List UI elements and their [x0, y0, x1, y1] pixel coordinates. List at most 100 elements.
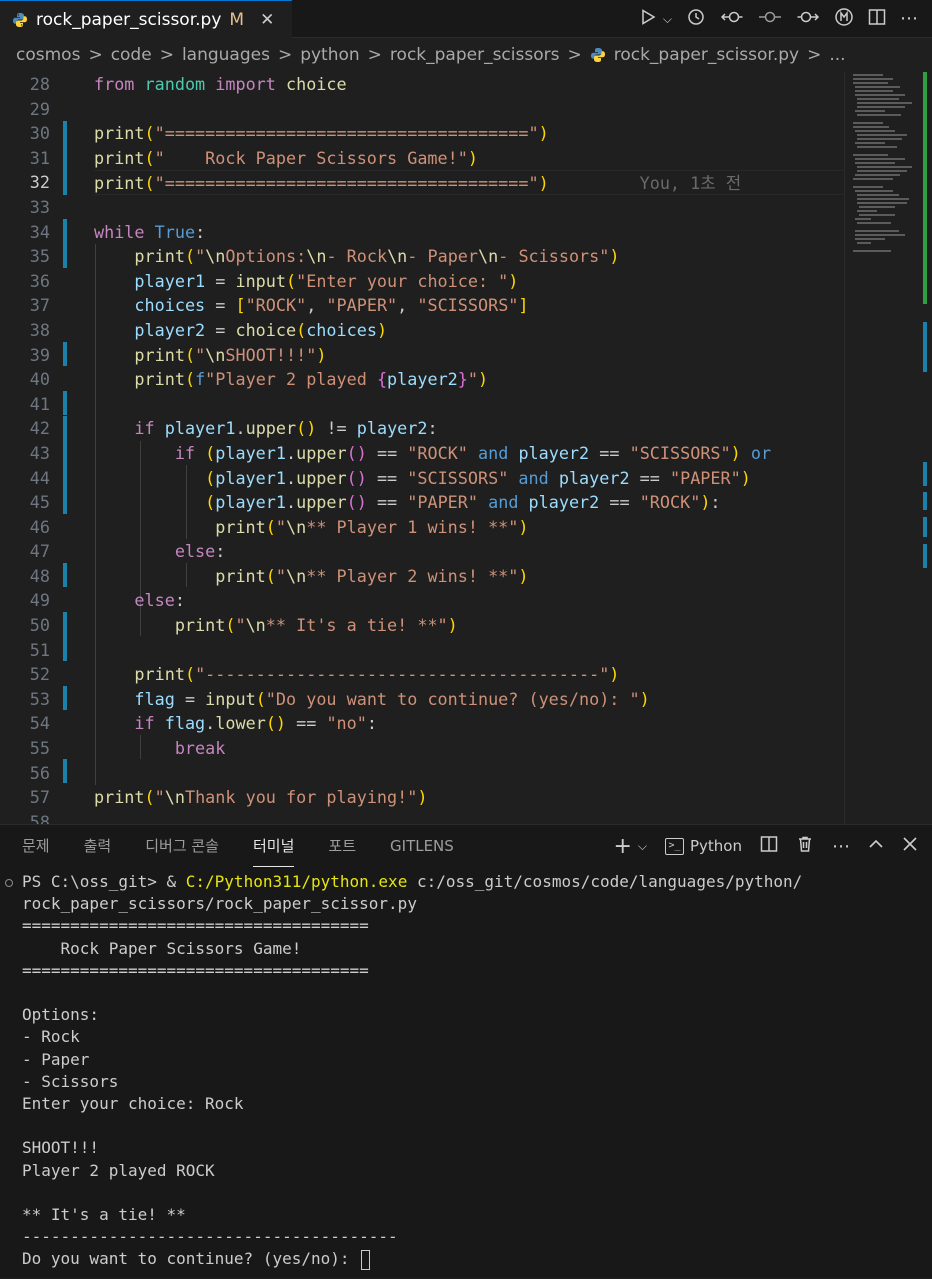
panel-actions: + ⌵ >_ Python ⋯	[613, 825, 918, 867]
trash-icon[interactable]	[796, 835, 814, 858]
minimap-line	[853, 250, 891, 252]
new-terminal-icon[interactable]: +	[613, 834, 631, 859]
minimap-git-modified	[923, 462, 927, 486]
tab-ports[interactable]: 포트	[328, 825, 356, 867]
line-number: 52	[29, 664, 50, 685]
terminal-line: Rock Paper Scissors Game!	[22, 938, 302, 958]
terminal-selector[interactable]: >_ Python	[665, 837, 742, 855]
terminal-cursor	[361, 1249, 371, 1270]
git-change-bar[interactable]	[63, 563, 67, 587]
minimap-git-modified	[923, 322, 927, 372]
bottom-panel: 문제 출력 디버그 콘솔 터미널 포트 GITLENS + ⌵ >_ Pytho…	[0, 824, 932, 1278]
line-number: 56	[29, 762, 50, 783]
chevron-right-icon: >	[367, 45, 382, 65]
line-number: 38	[29, 319, 50, 340]
terminal-input-line[interactable]: Do you want to continue? (yes/no):	[22, 1248, 371, 1270]
git-change-bar[interactable]	[63, 391, 67, 415]
line-number: 30	[29, 123, 50, 144]
minimap-line	[857, 198, 909, 200]
git-change-bar[interactable]	[63, 759, 67, 783]
editor-tab-rock-paper-scissor[interactable]: rock_paper_scissor.py M ✕	[0, 0, 292, 38]
close-icon[interactable]: ✕	[260, 10, 274, 30]
code-editor[interactable]: 28 29 30 31 32 33 34 35 36 37 38 39 40 4…	[0, 72, 932, 824]
more-actions-icon[interactable]: ⋯	[832, 836, 850, 857]
line-number: 44	[29, 467, 50, 488]
chevron-right-icon: >	[277, 45, 293, 65]
line-number: 41	[29, 393, 50, 414]
minimap-line	[855, 86, 900, 88]
line-number: 45	[29, 492, 50, 513]
chevron-right-icon: >	[88, 45, 103, 65]
minimap-git-added	[923, 72, 927, 304]
maximize-panel-icon[interactable]	[868, 836, 884, 857]
command-decoration-icon[interactable]	[5, 879, 13, 887]
close-icon[interactable]	[902, 836, 918, 857]
chevron-down-icon[interactable]: ⌵	[663, 13, 672, 25]
tab-terminal[interactable]: 터미널	[253, 825, 295, 867]
git-change-bar[interactable]	[63, 342, 67, 366]
editor-actions: ⌵ ⋯	[639, 0, 918, 38]
code-line: print(" Rock Paper Scissors Game!")	[94, 147, 478, 168]
tab-debug-console[interactable]: 디버그 콘솔	[145, 825, 219, 867]
code-line: if flag.lower() == "no":	[134, 713, 377, 734]
more-actions-icon[interactable]: ⋯	[900, 10, 918, 28]
terminal-line: Options:	[22, 1005, 100, 1025]
run-icon[interactable]	[639, 8, 657, 30]
tab-problems[interactable]: 문제	[22, 825, 50, 867]
terminal-prompt: PS C:\oss_git> &	[22, 872, 186, 891]
tab-bar: rock_paper_scissor.py M ✕ ⌵ ⋯	[0, 0, 932, 38]
terminal-line: PS C:\oss_git> & C:/Python311/python.exe…	[22, 871, 802, 893]
line-number: 35	[29, 246, 50, 267]
code-line: print(f"Player 2 played {player2}")	[134, 369, 489, 390]
git-change-bar[interactable]	[63, 416, 67, 514]
tab-output[interactable]: 출력	[84, 825, 112, 867]
terminal-line: Enter your choice: Rock	[22, 1094, 244, 1113]
line-number-gutter: 28 29 30 31 32 33 34 35 36 37 38 39 40 4…	[0, 72, 62, 824]
git-change-bar[interactable]	[63, 612, 67, 661]
git-commit-icon[interactable]	[758, 8, 782, 30]
minimap-line	[855, 174, 900, 176]
breadcrumb-item-code[interactable]: code	[111, 45, 152, 65]
terminal-line: ---------------------------------------	[22, 1227, 398, 1247]
terminal-icon: >_	[665, 837, 684, 855]
tab-gitlens[interactable]: GITLENS	[390, 825, 454, 867]
minimap-line	[857, 170, 907, 172]
code-area[interactable]: from random import choice print("=======…	[94, 72, 844, 824]
code-line: choices = ["ROCK", "PAPER", "SCISSORS"]	[134, 295, 529, 316]
git-change-bar[interactable]	[63, 219, 67, 268]
line-number: 53	[29, 688, 50, 709]
git-change-bar[interactable]	[63, 121, 67, 195]
line-number: 47	[29, 541, 50, 562]
code-line: break	[174, 738, 226, 759]
git-change-bar[interactable]	[63, 686, 67, 710]
breadcrumb-item-symbols[interactable]: ...	[829, 45, 845, 65]
line-number: 43	[29, 442, 50, 463]
terminal-output[interactable]: PS C:\oss_git> & C:/Python311/python.exe…	[0, 871, 932, 1279]
line-number: 33	[29, 196, 50, 217]
split-terminal-icon[interactable]	[760, 835, 778, 858]
code-line: from random import choice	[94, 74, 347, 94]
breadcrumb-item-python[interactable]: python	[300, 45, 359, 65]
minimap-line	[857, 202, 907, 204]
minimap[interactable]	[844, 72, 932, 824]
minimap-line	[857, 102, 912, 104]
breadcrumb-item-languages[interactable]: languages	[182, 45, 270, 65]
breadcrumb-item-cosmos[interactable]: cosmos	[16, 45, 80, 65]
code-line: flag = input("Do you want to continue? (…	[134, 688, 650, 709]
minimap-line	[855, 238, 885, 240]
gitlens-icon[interactable]	[834, 7, 854, 31]
breadcrumb-item-rock-paper-scissors[interactable]: rock_paper_scissors	[390, 45, 560, 65]
code-line: (player1.upper() == "SCISSORS" and playe…	[205, 467, 751, 488]
minimap-git-modified	[923, 517, 927, 537]
chevron-right-icon: >	[159, 45, 174, 65]
chevron-down-icon[interactable]: ⌵	[638, 839, 647, 854]
git-previous-icon[interactable]	[720, 8, 744, 30]
breadcrumb-item-file[interactable]: rock_paper_scissor.py	[614, 45, 799, 65]
minimap-line	[857, 222, 891, 224]
timeline-icon[interactable]	[686, 8, 706, 30]
git-next-icon[interactable]	[796, 8, 820, 30]
split-editor-icon[interactable]	[868, 8, 886, 30]
